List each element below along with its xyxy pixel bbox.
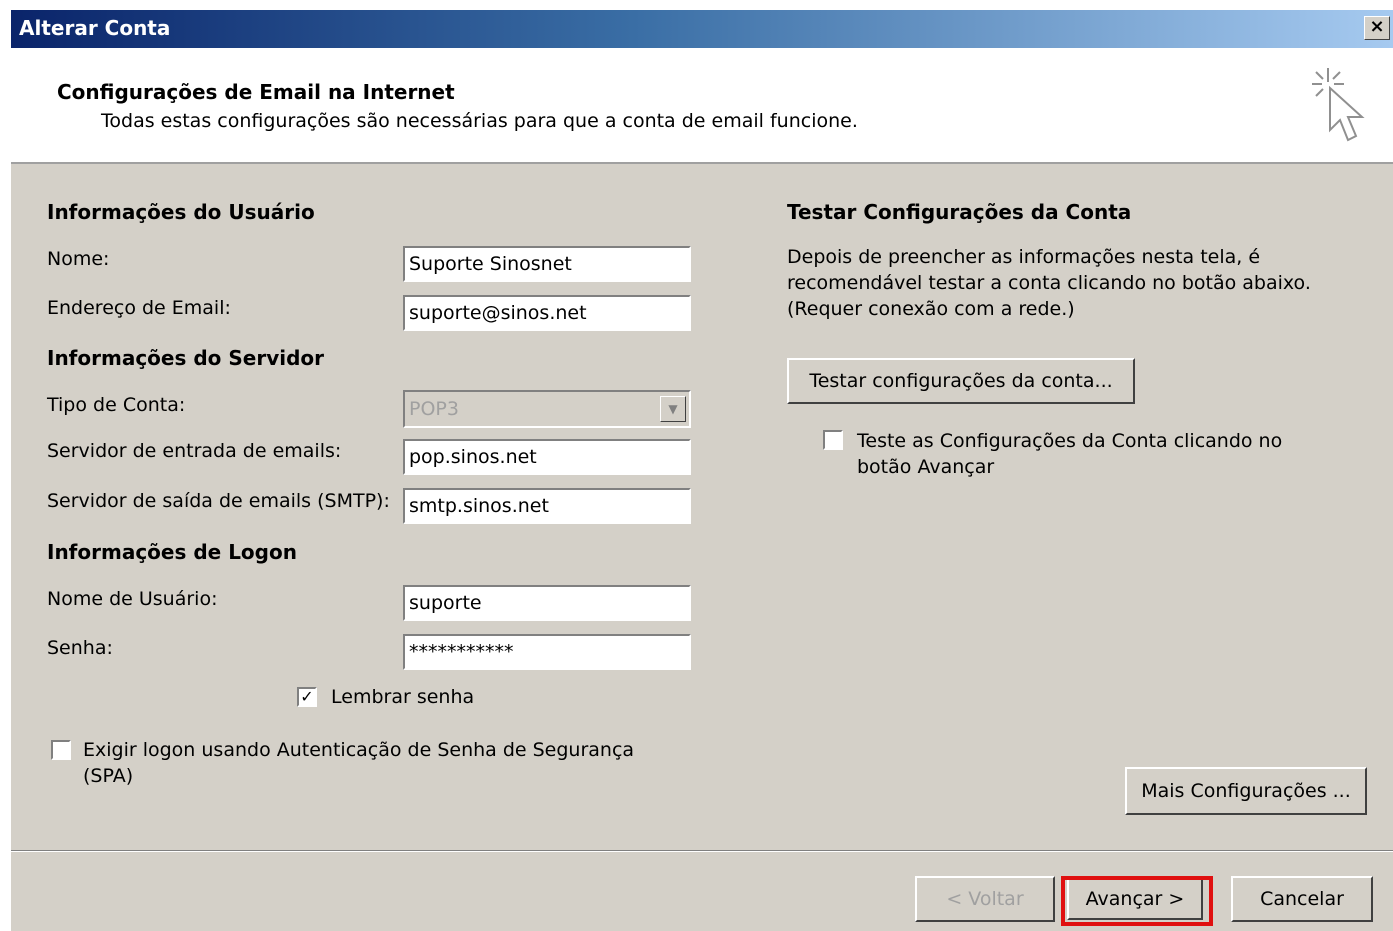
test-desc-line1: Depois de preencher as informações nesta…: [787, 246, 1261, 268]
header-title: Configurações de Email na Internet: [57, 80, 455, 104]
test-description: Depois de preencher as informações nesta…: [787, 244, 1311, 322]
account-dialog: Alterar Conta × Configurações de Email n…: [10, 10, 1393, 931]
next-button-highlight: [1061, 876, 1213, 926]
more-settings-button[interactable]: Mais Configurações ...: [1125, 767, 1367, 815]
password-label: Senha:: [47, 637, 113, 659]
spa-checkbox[interactable]: [51, 740, 71, 760]
spa-label-line1: Exigir logon usando Autenticação de Senh…: [83, 739, 635, 761]
auto-test-line2: botão Avançar: [857, 456, 995, 478]
name-label: Nome:: [47, 248, 110, 270]
test-account-button[interactable]: Testar configurações da conta...: [787, 358, 1135, 404]
logon-info-heading: Informações de Logon: [47, 540, 297, 564]
incoming-server-field[interactable]: pop.sinos.net: [403, 439, 691, 475]
outgoing-server-field[interactable]: smtp.sinos.net: [403, 488, 691, 524]
username-field[interactable]: suporte: [403, 585, 691, 621]
auto-test-label: Teste as Configurações da Conta clicando…: [857, 428, 1282, 480]
title-bar[interactable]: Alterar Conta ×: [11, 10, 1393, 48]
test-heading: Testar Configurações da Conta: [787, 200, 1132, 224]
outgoing-server-label: Servidor de saída de emails (SMTP):: [47, 490, 390, 512]
test-desc-line2: recomendável testar a conta clicando no …: [787, 272, 1311, 294]
user-info-heading: Informações do Usuário: [47, 200, 315, 224]
remember-password-checkbox[interactable]: ✓: [297, 687, 317, 707]
email-field[interactable]: suporte@sinos.net: [403, 295, 691, 331]
header-subtitle: Todas estas configurações são necessária…: [101, 110, 858, 132]
name-field[interactable]: Suporte Sinosnet: [403, 246, 691, 282]
spa-label: Exigir logon usando Autenticação de Senh…: [83, 737, 634, 789]
username-label: Nome de Usuário:: [47, 588, 218, 610]
test-desc-line3: (Requer conexão com a rede.): [787, 298, 1075, 320]
auto-test-checkbox[interactable]: [823, 430, 843, 450]
window-title: Alterar Conta: [19, 16, 171, 40]
wizard-header: Configurações de Email na Internet Todas…: [11, 48, 1393, 164]
account-type-select: POP3 ▼: [403, 390, 691, 428]
remember-password-label: Lembrar senha: [331, 686, 475, 708]
back-button[interactable]: < Voltar: [915, 876, 1055, 922]
close-button[interactable]: ×: [1364, 16, 1390, 40]
footer-divider: [11, 850, 1393, 852]
server-info-heading: Informações do Servidor: [47, 346, 325, 370]
auto-test-line1: Teste as Configurações da Conta clicando…: [857, 430, 1283, 452]
account-type-label: Tipo de Conta:: [47, 394, 186, 416]
chevron-down-icon: ▼: [660, 396, 686, 422]
password-field[interactable]: ***********: [403, 634, 691, 670]
incoming-server-label: Servidor de entrada de emails:: [47, 440, 342, 462]
wizard-cursor-icon: [1312, 68, 1365, 142]
account-type-value: POP3: [409, 398, 459, 420]
cancel-button[interactable]: Cancelar: [1231, 876, 1373, 922]
spa-label-line2: (SPA): [83, 765, 134, 787]
email-label: Endereço de Email:: [47, 297, 231, 319]
